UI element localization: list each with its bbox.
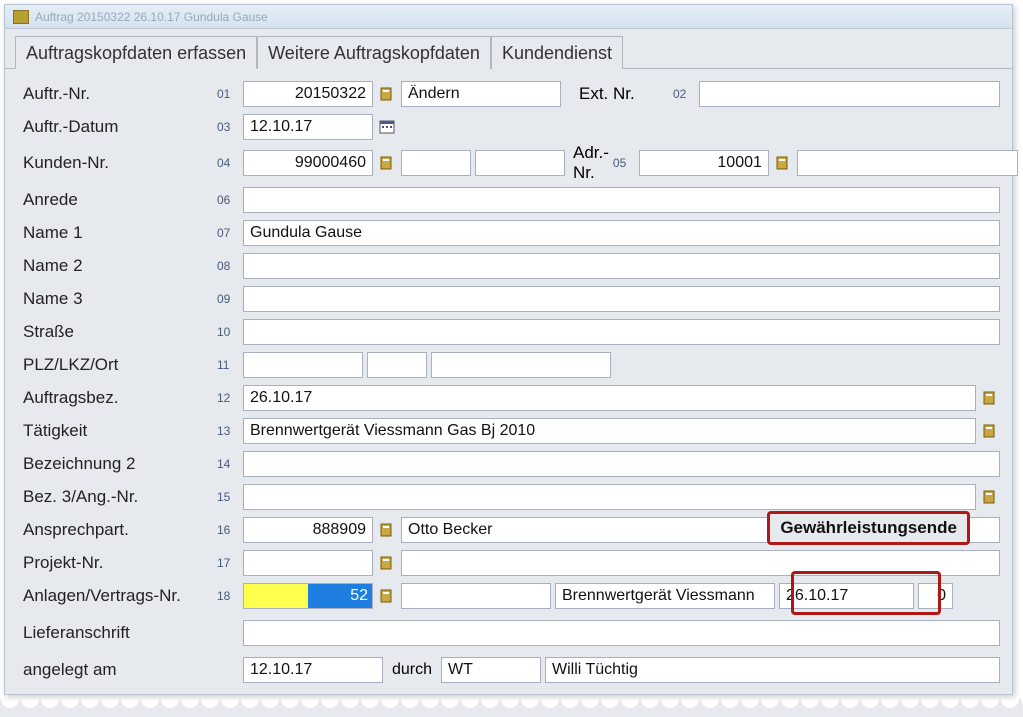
ort-input[interactable] <box>431 352 611 378</box>
label-auftr-nr: Auftr.-Nr. <box>23 84 213 104</box>
fieldnum-11: 11 <box>217 358 239 372</box>
torn-edge <box>0 699 1023 717</box>
mode-input[interactable] <box>401 81 561 107</box>
auftr-datum-input[interactable] <box>243 114 373 140</box>
durch-code-input[interactable] <box>441 657 541 683</box>
kunden-nr-input[interactable] <box>243 150 373 176</box>
fieldnum-06: 06 <box>217 193 239 207</box>
form-area: Auftr.-Nr. 01 Ext. Nr. 02 Auftr.-Datum 0… <box>5 68 1012 694</box>
app-icon <box>13 10 29 24</box>
lookup-icon[interactable] <box>377 153 397 173</box>
label-kunden-nr: Kunden-Nr. <box>23 153 213 173</box>
label-projekt: Projekt-Nr. <box>23 553 213 573</box>
label-name2: Name 2 <box>23 256 213 276</box>
taetigkeit-input[interactable] <box>243 418 976 444</box>
name2-input[interactable] <box>243 253 1000 279</box>
label-angelegt: angelegt am <box>23 660 213 680</box>
label-ext-nr: Ext. Nr. <box>579 84 669 104</box>
label-name3: Name 3 <box>23 289 213 309</box>
tab-weitere[interactable]: Weitere Auftragskopfdaten <box>257 36 491 69</box>
fieldnum-08: 08 <box>217 259 239 273</box>
angelegt-am-input[interactable] <box>243 657 383 683</box>
bez3-input[interactable] <box>243 484 976 510</box>
projekt-nr-input[interactable] <box>243 550 373 576</box>
calendar-icon[interactable] <box>377 117 397 137</box>
fieldnum-16: 16 <box>217 523 239 537</box>
lookup-icon[interactable] <box>980 421 1000 441</box>
label-plz: PLZ/LKZ/Ort <box>23 355 213 375</box>
anlagen-nr-input[interactable]: 52 <box>243 583 373 609</box>
fieldnum-14: 14 <box>217 457 239 471</box>
label-liefer: Lieferanschrift <box>23 623 213 643</box>
lookup-icon[interactable] <box>377 520 397 540</box>
anlagen-zero-input[interactable] <box>918 583 953 609</box>
order-window: Auftrag 20150322 26.10.17 Gundula Gause … <box>4 4 1013 695</box>
fieldnum-09: 09 <box>217 292 239 306</box>
tab-kundendienst[interactable]: Kundendienst <box>491 36 623 69</box>
fieldnum-13: 13 <box>217 424 239 438</box>
fieldnum-10: 10 <box>217 325 239 339</box>
label-anlagen: Anlagen/Vertrags-Nr. <box>23 586 213 606</box>
anlagen-nr-value: 52 <box>308 584 372 608</box>
plz-input[interactable] <box>243 352 363 378</box>
adr-nr-input[interactable] <box>639 150 769 176</box>
fieldnum-07: 07 <box>217 226 239 240</box>
fieldnum-01: 01 <box>217 87 239 101</box>
callout-gewaehrleistung: Gewährleistungsende <box>767 511 970 545</box>
label-auftragsbez: Auftragsbez. <box>23 388 213 408</box>
anlagen-date-input[interactable] <box>779 583 914 609</box>
fieldnum-05: 05 <box>613 156 635 170</box>
lkz-input[interactable] <box>367 352 427 378</box>
tab-auftragskopfdaten[interactable]: Auftragskopfdaten erfassen <box>15 36 257 69</box>
name3-input[interactable] <box>243 286 1000 312</box>
label-bez3: Bez. 3/Ang.-Nr. <box>23 487 213 507</box>
auftr-nr-input[interactable] <box>243 81 373 107</box>
label-taetigkeit: Tätigkeit <box>23 421 213 441</box>
fieldnum-18: 18 <box>217 589 239 603</box>
lookup-icon[interactable] <box>377 84 397 104</box>
fieldnum-12: 12 <box>217 391 239 405</box>
lookup-icon[interactable] <box>980 388 1000 408</box>
kunden-extra2-input[interactable] <box>475 150 565 176</box>
liefer-input[interactable] <box>243 620 1000 646</box>
fieldnum-17: 17 <box>217 556 239 570</box>
label-auftr-datum: Auftr.-Datum <box>23 117 213 137</box>
ansprech-nr-input[interactable] <box>243 517 373 543</box>
label-durch: durch <box>387 661 437 679</box>
label-name1: Name 1 <box>23 223 213 243</box>
strasse-input[interactable] <box>243 319 1000 345</box>
lookup-icon[interactable] <box>377 553 397 573</box>
lookup-icon[interactable] <box>773 153 793 173</box>
adr-extra-input[interactable] <box>797 150 1018 176</box>
tab-bar: Auftragskopfdaten erfassen Weitere Auftr… <box>5 29 1012 68</box>
fieldnum-02: 02 <box>673 87 695 101</box>
bez2-input[interactable] <box>243 451 1000 477</box>
fieldnum-03: 03 <box>217 120 239 134</box>
auftragsbez-input[interactable] <box>243 385 976 411</box>
label-bez2: Bezeichnung 2 <box>23 454 213 474</box>
projekt-name-input[interactable] <box>401 550 1000 576</box>
ext-nr-input[interactable] <box>699 81 1000 107</box>
titlebar: Auftrag 20150322 26.10.17 Gundula Gause <box>5 5 1012 29</box>
fieldnum-04: 04 <box>217 156 239 170</box>
anlagen-desc-input[interactable] <box>555 583 775 609</box>
label-anrede: Anrede <box>23 190 213 210</box>
anlagen-extra-input[interactable] <box>401 583 551 609</box>
label-adr-nr: Adr.-Nr. <box>573 143 609 183</box>
fieldnum-15: 15 <box>217 490 239 504</box>
durch-name-input[interactable] <box>545 657 1000 683</box>
lookup-icon[interactable] <box>377 586 397 606</box>
label-ansprech: Ansprechpart. <box>23 520 213 540</box>
kunden-extra1-input[interactable] <box>401 150 471 176</box>
lookup-icon[interactable] <box>980 487 1000 507</box>
anrede-input[interactable] <box>243 187 1000 213</box>
name1-input[interactable] <box>243 220 1000 246</box>
window-title: Auftrag 20150322 26.10.17 Gundula Gause <box>35 10 268 24</box>
label-strasse: Straße <box>23 322 213 342</box>
